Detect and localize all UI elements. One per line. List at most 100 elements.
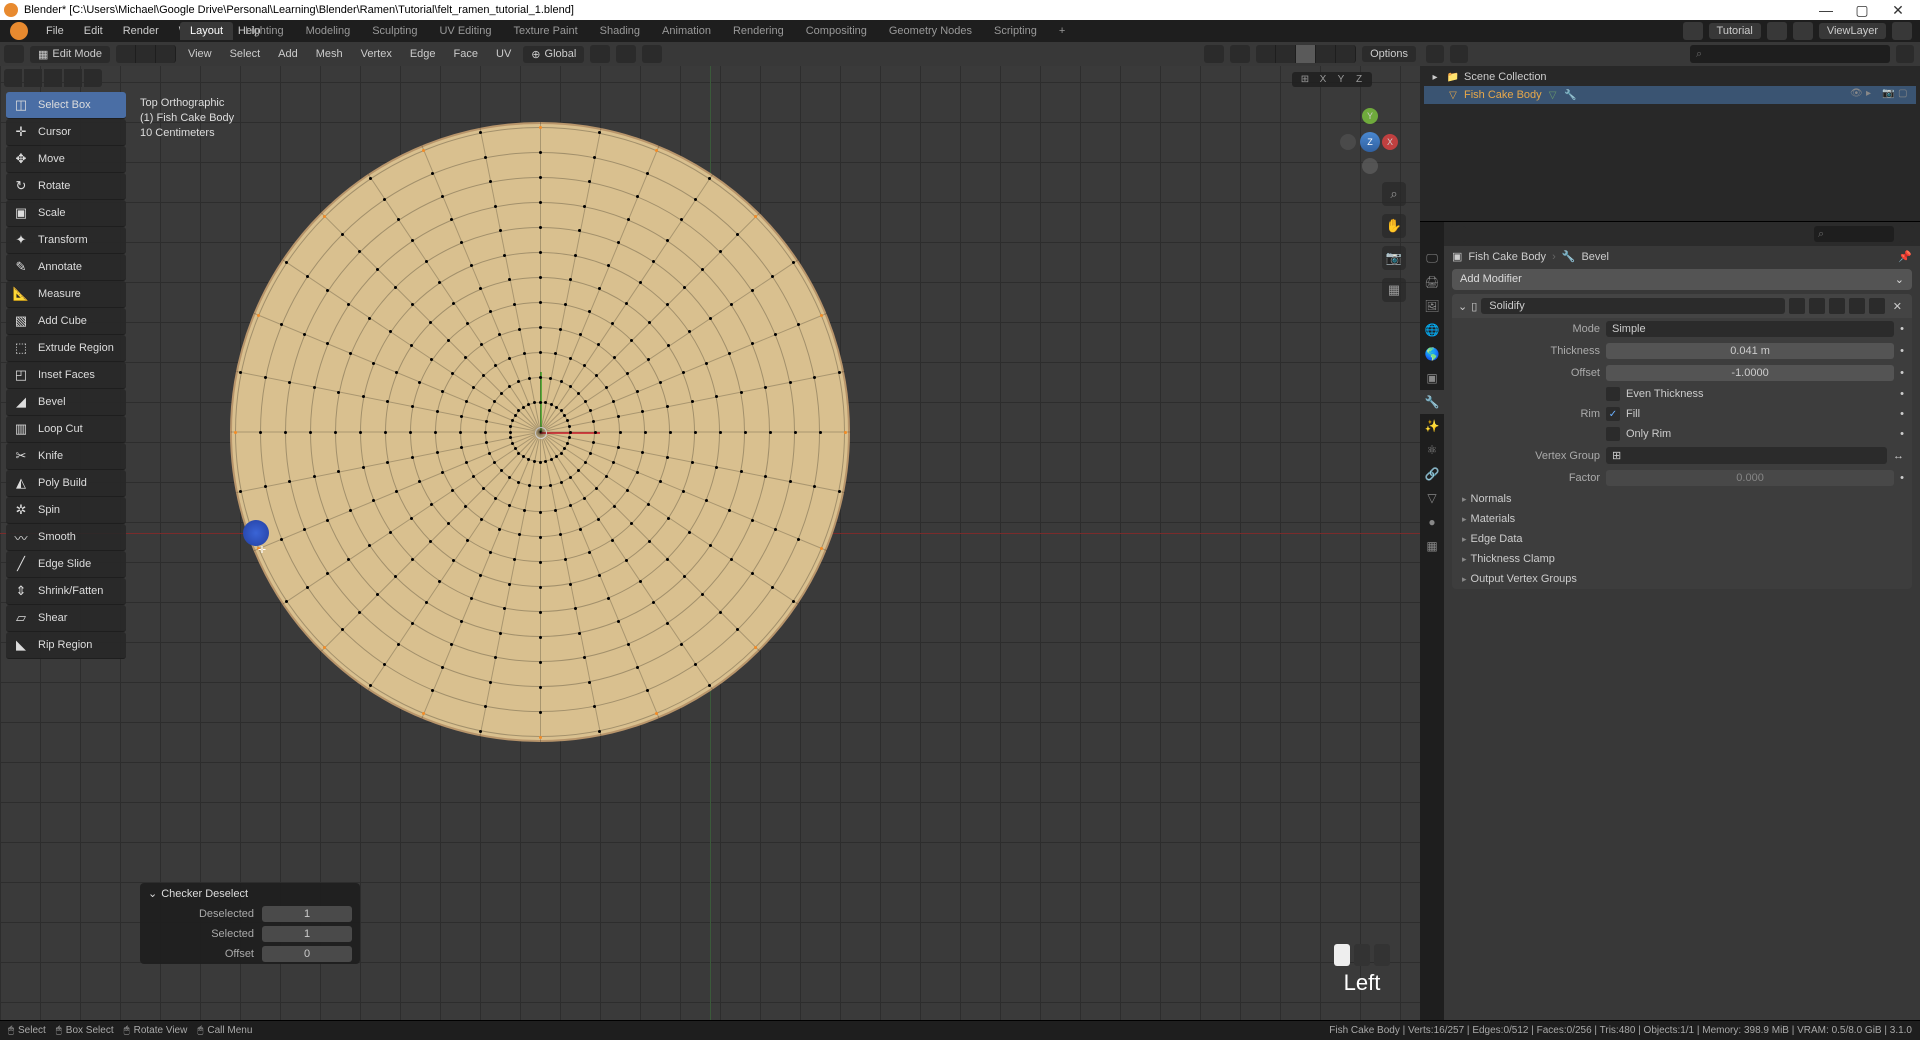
anim-dot-icon[interactable]: • — [1900, 472, 1904, 484]
props-type-icon[interactable] — [1450, 226, 1466, 242]
tab-sculpting[interactable]: Sculpting — [362, 22, 427, 40]
factor-value[interactable]: 0.000 — [1606, 470, 1894, 486]
tool-loop-cut[interactable]: ▥Loop Cut — [6, 416, 126, 443]
prop-tab-texture[interactable]: ▦ — [1420, 534, 1444, 558]
viewlayer-browse-icon[interactable] — [1793, 22, 1813, 40]
tab-uv-editing[interactable]: UV Editing — [429, 22, 501, 40]
section-edge-data[interactable]: Edge Data — [1452, 529, 1912, 549]
prop-tab-material[interactable]: ● — [1420, 510, 1444, 534]
rendered-shading-icon[interactable] — [1336, 45, 1356, 63]
prop-tab-scene[interactable]: 🌐 — [1420, 318, 1444, 342]
anim-dot-icon[interactable]: • — [1900, 345, 1904, 357]
options-button[interactable]: Options — [1362, 46, 1416, 62]
prop-tab-mesh[interactable]: ▽ — [1420, 486, 1444, 510]
mesh-select-mode5-icon[interactable] — [84, 69, 102, 87]
modifier-header[interactable]: ⌄ ▯ Solidify ✕ — [1452, 294, 1912, 318]
maximize-button[interactable]: ▢ — [1844, 2, 1880, 19]
even-thickness-check[interactable] — [1606, 387, 1620, 401]
prop-tab-constraints[interactable]: 🔗 — [1420, 462, 1444, 486]
operator-header[interactable]: ⌄Checker Deselect — [140, 883, 360, 904]
mesh-object[interactable]: // loops & radials drawn below via separ… — [230, 122, 850, 742]
outliner-tree[interactable]: ▸ 📁 Scene Collection ▽ Fish Cake Body ▽ … — [1420, 66, 1920, 106]
visibility-icon[interactable]: 👁 — [1850, 88, 1864, 102]
properties-search[interactable]: ⌕ — [1814, 226, 1894, 242]
mod-cage-icon[interactable] — [1849, 298, 1865, 314]
disable-icon[interactable]: ▢ — [1898, 88, 1912, 102]
prop-tab-physics[interactable]: ⚛ — [1420, 438, 1444, 462]
mesh-select-mode4-icon[interactable] — [64, 69, 82, 87]
menu-edge[interactable]: Edge — [404, 46, 442, 62]
prop-tab-render[interactable]: 🖵 — [1420, 246, 1444, 270]
anim-dot-icon[interactable]: • — [1900, 367, 1904, 379]
chevron-down-icon[interactable]: ⌄ — [1458, 300, 1467, 313]
anim-dot-icon[interactable]: • — [1900, 428, 1904, 440]
section-thickness-clamp[interactable]: Thickness Clamp — [1452, 549, 1912, 569]
axis-y-label[interactable]: Y — [1334, 74, 1348, 85]
menu-mesh[interactable]: Mesh — [310, 46, 349, 62]
3d-viewport[interactable]: // loops & radials drawn below via separ… — [0, 42, 1420, 1024]
tab-scripting[interactable]: Scripting — [984, 22, 1047, 40]
mod-close-icon[interactable]: ✕ — [1889, 300, 1906, 313]
perspective-icon[interactable]: ▦ — [1382, 278, 1406, 302]
menu-face[interactable]: Face — [448, 46, 484, 62]
scene-new-icon[interactable] — [1767, 22, 1787, 40]
thickness-value[interactable]: 0.041 m — [1606, 343, 1894, 359]
tab-animation[interactable]: Animation — [652, 22, 721, 40]
close-button[interactable]: ✕ — [1880, 2, 1916, 19]
tool-add-cube[interactable]: ▧Add Cube — [6, 308, 126, 335]
section-normals[interactable]: Normals — [1452, 489, 1912, 509]
tool-shrink-fatten[interactable]: ⇕Shrink/Fatten — [6, 578, 126, 605]
prop-tab-output[interactable]: 🖨 — [1420, 270, 1444, 294]
pivot-icon[interactable] — [590, 45, 610, 63]
outliner[interactable]: ⌕ ▸ 📁 Scene Collection ▽ Fish Cake Body … — [1420, 42, 1920, 222]
axis-lock-pill[interactable]: ⊞ X Y Z — [1292, 72, 1372, 87]
scene-browse-icon[interactable] — [1683, 22, 1703, 40]
axis-z-label[interactable]: Z — [1352, 74, 1366, 85]
tab-modeling[interactable]: Modeling — [296, 22, 361, 40]
orientation-selector[interactable]: ⊕ Global — [523, 46, 584, 63]
mod-render-icon[interactable] — [1829, 298, 1845, 314]
tab-shading[interactable]: Shading — [590, 22, 650, 40]
pan-icon[interactable]: ✋ — [1382, 214, 1406, 238]
gizmo-x[interactable]: X — [1382, 134, 1398, 150]
tab-add-workspace[interactable]: + — [1049, 22, 1075, 40]
outliner-item-fish-cake[interactable]: ▽ Fish Cake Body ▽ 🔧 👁 ▸ 📷 ▢ — [1424, 86, 1916, 104]
tool-move[interactable]: ✥Move — [6, 146, 126, 173]
gizmo-neg-y[interactable] — [1362, 158, 1378, 174]
tool-transform[interactable]: ✦Transform — [6, 227, 126, 254]
proportional-icon[interactable] — [642, 45, 662, 63]
blender-logo-icon[interactable] — [10, 22, 28, 40]
gizmo-toggle-icon[interactable] — [1204, 45, 1224, 63]
add-modifier-button[interactable]: Add Modifier⌄ — [1452, 269, 1912, 290]
prop-tab-particles[interactable]: ✨ — [1420, 414, 1444, 438]
prop-tab-object[interactable]: ▣ — [1420, 366, 1444, 390]
mesh-select-mode3-icon[interactable] — [44, 69, 62, 87]
tool-smooth[interactable]: 〰Smooth — [6, 524, 126, 551]
mode-select[interactable]: Simple — [1606, 321, 1894, 337]
tab-lighting[interactable]: Lighting — [235, 22, 294, 40]
offset-value[interactable]: -1.0000 — [1606, 365, 1894, 381]
invert-icon[interactable]: ↔ — [1893, 450, 1904, 462]
viewlayer-selector[interactable]: ViewLayer — [1819, 23, 1886, 39]
vertex-select-icon[interactable] — [116, 45, 136, 63]
gizmo-neg-x[interactable] — [1340, 134, 1356, 150]
fill-check[interactable]: ✓ — [1606, 407, 1620, 421]
editor-type-icon[interactable] — [4, 45, 24, 63]
bc-object[interactable]: Fish Cake Body — [1468, 251, 1546, 263]
mesh-select-mode-icon[interactable] — [4, 69, 22, 87]
mod-realtime-icon[interactable] — [1809, 298, 1825, 314]
tab-rendering[interactable]: Rendering — [723, 22, 794, 40]
tab-texture-paint[interactable]: Texture Paint — [503, 22, 587, 40]
tool-poly-build[interactable]: ◭Poly Build — [6, 470, 126, 497]
camera-icon[interactable]: 📷 — [1382, 246, 1406, 270]
tool-shear[interactable]: ▱Shear — [6, 605, 126, 632]
material-shading-icon[interactable] — [1316, 45, 1336, 63]
outliner-search[interactable]: ⌕ — [1690, 45, 1890, 63]
viewlayer-new-icon[interactable] — [1892, 22, 1912, 40]
prop-tab-modifiers[interactable]: 🔧 — [1420, 390, 1444, 414]
tool-knife[interactable]: ✂Knife — [6, 443, 126, 470]
scene-selector[interactable]: Tutorial — [1709, 23, 1761, 39]
tool-scale[interactable]: ▣Scale — [6, 200, 126, 227]
outliner-filter-icon[interactable] — [1896, 45, 1914, 63]
op-offset-value[interactable]: 0 — [262, 946, 352, 962]
